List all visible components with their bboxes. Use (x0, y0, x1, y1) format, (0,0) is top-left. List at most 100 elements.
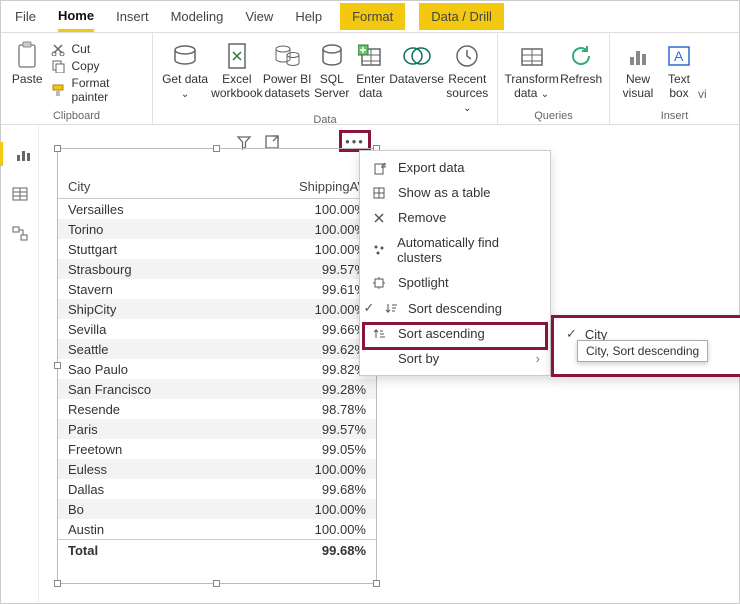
dataverse-button[interactable]: Dataverse (390, 37, 444, 87)
sql-server-button[interactable]: SQL Server (312, 37, 352, 101)
cut-button[interactable]: Cut (51, 42, 146, 56)
paste-button[interactable]: Paste (7, 37, 47, 87)
resize-handle[interactable] (213, 145, 220, 152)
paste-icon (12, 41, 42, 71)
new-visual-icon (623, 41, 653, 71)
check-icon: ✓ (364, 300, 374, 316)
recent-icon (452, 41, 482, 71)
context-menu: Export data Show as a table Remove Autom… (359, 150, 551, 376)
model-view-button[interactable] (8, 222, 32, 246)
text-box-icon: A (664, 41, 694, 71)
tooltip: City, Sort descending (577, 340, 708, 362)
table-row[interactable]: San Francisco99.28% (58, 379, 376, 399)
tab-data-drill[interactable]: Data / Drill (419, 3, 504, 30)
tab-format[interactable]: Format (340, 3, 405, 30)
export-icon (370, 161, 388, 175)
get-data-icon (170, 41, 200, 71)
table-row[interactable]: Freetown99.05% (58, 439, 376, 459)
remove-icon (370, 212, 388, 224)
refresh-button[interactable]: Refresh (559, 37, 603, 87)
table-visual[interactable]: City ShippingAV Versailles100.00%Torino1… (57, 148, 377, 584)
group-label-insert: Insert (616, 110, 733, 124)
ctx-spotlight[interactable]: Spotlight (360, 270, 550, 295)
table-row[interactable]: Torino100.00% (58, 219, 376, 239)
ctx-find-clusters[interactable]: Automatically find clusters (360, 230, 550, 270)
report-canvas[interactable]: ••• City ShippingAV Versailles100.00%Tor… (39, 126, 739, 603)
table-row[interactable]: Stavern99.61% (58, 279, 376, 299)
text-box-button[interactable]: A Text box (660, 37, 698, 101)
model-view-icon (11, 225, 29, 243)
table-row[interactable]: Paris99.57% (58, 419, 376, 439)
refresh-icon (566, 41, 596, 71)
resize-handle[interactable] (213, 580, 220, 587)
ellipsis-icon: ••• (345, 134, 365, 149)
ribbon-tabs: File Home Insert Modeling View Help Form… (1, 1, 739, 33)
transform-data-button[interactable]: Transform data ⌄ (504, 37, 559, 101)
resize-handle[interactable] (54, 145, 61, 152)
table-row[interactable]: Strasbourg99.57% (58, 259, 376, 279)
table-row[interactable]: Resende98.78% (58, 399, 376, 419)
table-row[interactable]: Sao Paulo99.82% (58, 359, 376, 379)
ribbon-group-queries: Transform data ⌄ Refresh Queries (498, 33, 610, 124)
format-painter-button[interactable]: Format painter (51, 76, 146, 104)
tab-home[interactable]: Home (58, 8, 94, 32)
sql-icon (317, 41, 347, 71)
table-row[interactable]: Stuttgart100.00% (58, 239, 376, 259)
excel-icon (222, 41, 252, 71)
table-row[interactable]: Dallas99.68% (58, 479, 376, 499)
transform-icon (517, 41, 547, 71)
format-painter-icon (51, 83, 65, 97)
tab-file[interactable]: File (15, 9, 36, 24)
resize-handle[interactable] (54, 362, 61, 369)
ctx-remove[interactable]: Remove (360, 205, 550, 230)
data-table: City ShippingAV Versailles100.00%Torino1… (58, 175, 376, 560)
tab-modeling[interactable]: Modeling (171, 9, 224, 24)
pbi-datasets-button[interactable]: Power BI datasets (263, 37, 312, 101)
pbi-icon (272, 41, 302, 71)
table-row[interactable]: Versailles100.00% (58, 199, 376, 220)
report-view-button[interactable] (0, 142, 38, 166)
ctx-export-data[interactable]: Export data (360, 155, 550, 180)
enter-data-icon (356, 41, 386, 71)
svg-text:A: A (674, 48, 684, 64)
check-icon: ✓ (566, 326, 577, 342)
resize-handle[interactable] (373, 580, 380, 587)
resize-handle[interactable] (54, 580, 61, 587)
new-visual-button[interactable]: New visual (616, 37, 660, 101)
tab-insert[interactable]: Insert (116, 9, 149, 24)
recent-sources-button[interactable]: Recent sources ⌄ (444, 37, 491, 114)
tab-help[interactable]: Help (295, 9, 322, 24)
enter-data-button[interactable]: Enter data (352, 37, 390, 101)
get-data-button[interactable]: Get data ⌄ (159, 37, 211, 101)
ribbon: Paste Cut Copy Format painter Clipboard (1, 33, 739, 125)
table-row[interactable]: Seattle99.62% (58, 339, 376, 359)
dataverse-icon (402, 41, 432, 71)
total-value: 99.68% (233, 540, 376, 561)
group-label-queries: Queries (504, 110, 603, 124)
copy-button[interactable]: Copy (51, 59, 146, 73)
data-view-icon (11, 185, 29, 203)
ctx-sort-ascending[interactable]: Sort ascending (360, 321, 550, 346)
clusters-icon (370, 243, 387, 257)
table-row[interactable]: Sevilla99.66% (58, 319, 376, 339)
table-row[interactable]: Euless100.00% (58, 459, 376, 479)
ctx-sort-descending[interactable]: ✓ Sort descending (360, 295, 550, 321)
excel-workbook-button[interactable]: Excel workbook (211, 37, 262, 101)
tab-view[interactable]: View (245, 9, 273, 24)
col-header-city[interactable]: City (58, 175, 233, 199)
truncated-label: vi (698, 37, 707, 101)
col-header-shipping[interactable]: ShippingAV (233, 175, 376, 199)
ctx-sort-by[interactable]: Sort by › (360, 346, 550, 371)
sort-desc-icon (384, 301, 398, 315)
sort-asc-icon (370, 327, 388, 341)
cut-icon (51, 42, 65, 56)
data-view-button[interactable] (8, 182, 32, 206)
view-rail (1, 126, 39, 603)
spotlight-icon (370, 276, 388, 290)
ribbon-group-data: Get data ⌄ Excel workbook Power BI datas… (153, 33, 498, 124)
ribbon-group-insert: New visual A Text box vi Insert (610, 33, 739, 124)
table-row[interactable]: Austin100.00% (58, 519, 376, 540)
table-row[interactable]: ShipCity100.00% (58, 299, 376, 319)
table-row[interactable]: Bo100.00% (58, 499, 376, 519)
ctx-show-as-table[interactable]: Show as a table (360, 180, 550, 205)
